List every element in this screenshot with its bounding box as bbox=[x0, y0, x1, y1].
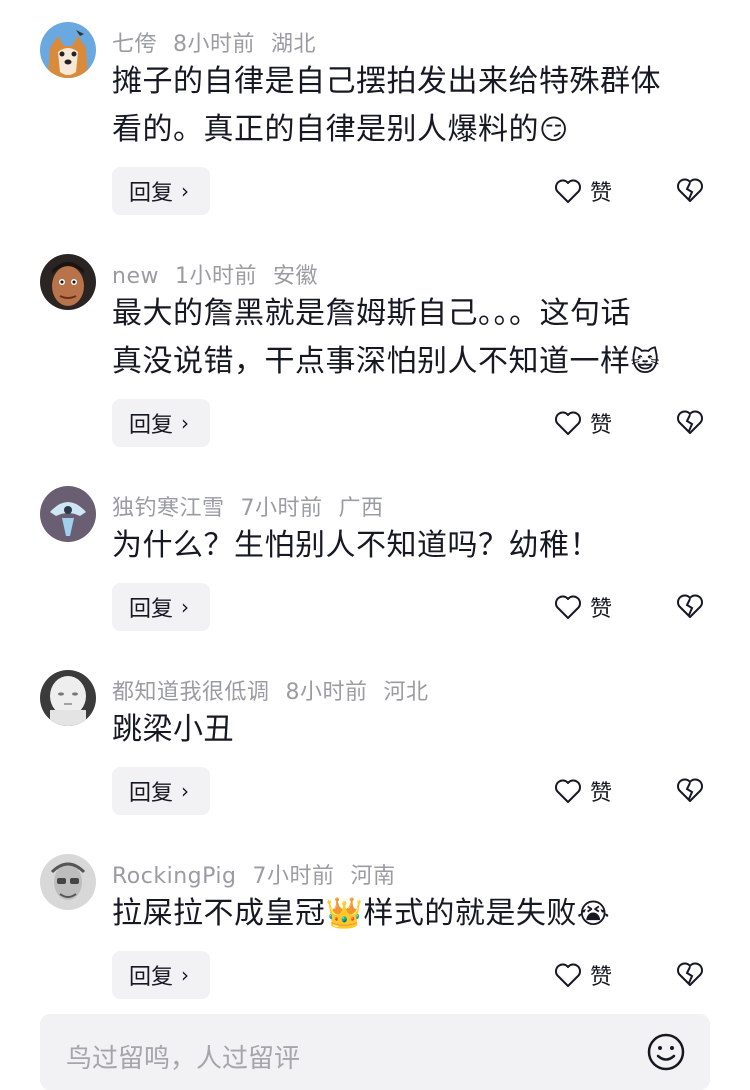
broken-heart-icon bbox=[677, 178, 703, 202]
comment-line: 摊子的自律是自己摆拍发出来给特殊群体 bbox=[112, 64, 661, 99]
comment-text: 为什么？生怕别人不知道吗？幼稚！ bbox=[112, 522, 712, 570]
comment-location: 湖北 bbox=[271, 32, 317, 57]
heart-icon bbox=[555, 963, 581, 987]
like-label: 赞 bbox=[590, 965, 613, 990]
comment-location: 广西 bbox=[338, 496, 384, 521]
like-button[interactable]: 赞 bbox=[554, 775, 612, 807]
dislike-button[interactable] bbox=[676, 961, 704, 991]
sketch-man-icon bbox=[40, 854, 96, 910]
emoji: 😺 bbox=[630, 345, 661, 378]
chevron-right-icon: › bbox=[181, 963, 189, 987]
chevron-right-icon: › bbox=[181, 411, 189, 435]
chevron-right-icon: › bbox=[181, 595, 189, 619]
broken-heart-icon bbox=[677, 594, 703, 618]
broken-heart-icon bbox=[677, 962, 703, 986]
comment-text: 跳梁小丑 bbox=[112, 706, 712, 754]
author-name[interactable]: 七侉 bbox=[112, 32, 157, 57]
reply-button[interactable]: 回复 › bbox=[112, 399, 210, 447]
comment-time: 8小时前 bbox=[285, 680, 368, 705]
heart-icon bbox=[555, 411, 581, 435]
broken-heart-icon bbox=[677, 778, 703, 802]
avatar[interactable] bbox=[40, 22, 96, 78]
emoji: 😏 bbox=[539, 113, 569, 146]
chevron-right-icon: › bbox=[181, 179, 189, 203]
comment-input-bar[interactable]: 鸟过留鸣，人过留评 bbox=[40, 1014, 710, 1090]
man-face-icon bbox=[40, 254, 96, 310]
heart-icon bbox=[555, 179, 581, 203]
like-label: 赞 bbox=[590, 181, 613, 206]
comment-meta: RockingPig 7小时前 河南 bbox=[112, 858, 412, 890]
like-button[interactable]: 赞 bbox=[554, 591, 612, 623]
comment-meta: 独钓寒江雪 7小时前 广西 bbox=[112, 490, 400, 522]
comment-time: 8小时前 bbox=[173, 32, 256, 57]
dislike-button[interactable] bbox=[676, 593, 704, 623]
like-label: 赞 bbox=[590, 781, 613, 806]
like-label: 赞 bbox=[590, 597, 613, 622]
author-name[interactable]: 都知道我很低调 bbox=[112, 680, 270, 705]
comment-meta: 都知道我很低调 8小时前 河北 bbox=[112, 674, 445, 706]
comment-location: 河南 bbox=[350, 864, 396, 889]
comment-input-placeholder[interactable]: 鸟过留鸣，人过留评 bbox=[66, 1038, 300, 1075]
avatar[interactable] bbox=[40, 854, 96, 910]
like-button[interactable]: 赞 bbox=[554, 407, 612, 439]
comment-meta: 七侉 8小时前 湖北 bbox=[112, 26, 332, 58]
comment-time: 7小时前 bbox=[252, 864, 335, 889]
comment-location: 河北 bbox=[383, 680, 429, 705]
comment-line: 为什么？生怕别人不知道吗？幼稚！ bbox=[112, 528, 600, 563]
chevron-right-icon: › bbox=[181, 779, 189, 803]
comment-text: 拉屎拉不成皇冠👑样式的就是失败😭 bbox=[112, 890, 712, 938]
comment-line: 最大的詹黑就是詹姆斯自己。。。这句话 bbox=[112, 296, 631, 331]
comment-text: 摊子的自律是自己摆拍发出来给特殊群体 看的。真正的自律是别人爆料的😏 bbox=[112, 58, 712, 154]
dislike-button[interactable] bbox=[676, 777, 704, 807]
comment-meta: new 1小时前 安徽 bbox=[112, 258, 334, 290]
comment-text: 最大的詹黑就是詹姆斯自己。。。这句话 真没说错，干点事深怕别人不知道一样😺 bbox=[112, 290, 712, 386]
dislike-button[interactable] bbox=[676, 409, 704, 439]
comment-line: 拉屎拉不成皇冠👑样式的就是失败😭 bbox=[112, 896, 611, 931]
comment-time: 7小时前 bbox=[240, 496, 323, 521]
broken-heart-icon bbox=[677, 410, 703, 434]
comment-line: 真没说错，干点事深怕别人不知道一样😺 bbox=[112, 344, 661, 379]
comment-location: 安徽 bbox=[272, 264, 318, 289]
like-label: 赞 bbox=[590, 413, 613, 438]
comment-line: 看的。真正的自律是别人爆料的😏 bbox=[112, 112, 569, 147]
shiba-dog-icon bbox=[40, 22, 96, 78]
white-face-icon bbox=[40, 670, 96, 726]
avatar[interactable] bbox=[40, 254, 96, 310]
reply-button[interactable]: 回复 › bbox=[112, 167, 210, 215]
like-button[interactable]: 赞 bbox=[554, 959, 612, 991]
comment-line: 跳梁小丑 bbox=[112, 712, 234, 747]
heart-icon bbox=[555, 779, 581, 803]
author-name[interactable]: new bbox=[112, 264, 159, 289]
reply-button[interactable]: 回复 › bbox=[112, 583, 210, 631]
reply-button[interactable]: 回复 › bbox=[112, 951, 210, 999]
comment-time: 1小时前 bbox=[174, 264, 257, 289]
avatar[interactable] bbox=[40, 670, 96, 726]
emoji: 😭 bbox=[576, 897, 611, 930]
reply-button[interactable]: 回复 › bbox=[112, 767, 210, 815]
blue-creature-icon bbox=[40, 486, 96, 542]
author-name[interactable]: RockingPig bbox=[112, 864, 236, 889]
like-button[interactable]: 赞 bbox=[554, 175, 612, 207]
heart-icon bbox=[555, 595, 581, 619]
avatar[interactable] bbox=[40, 486, 96, 542]
smile-icon[interactable] bbox=[646, 1032, 686, 1076]
author-name[interactable]: 独钓寒江雪 bbox=[112, 496, 225, 521]
dislike-button[interactable] bbox=[676, 177, 704, 207]
